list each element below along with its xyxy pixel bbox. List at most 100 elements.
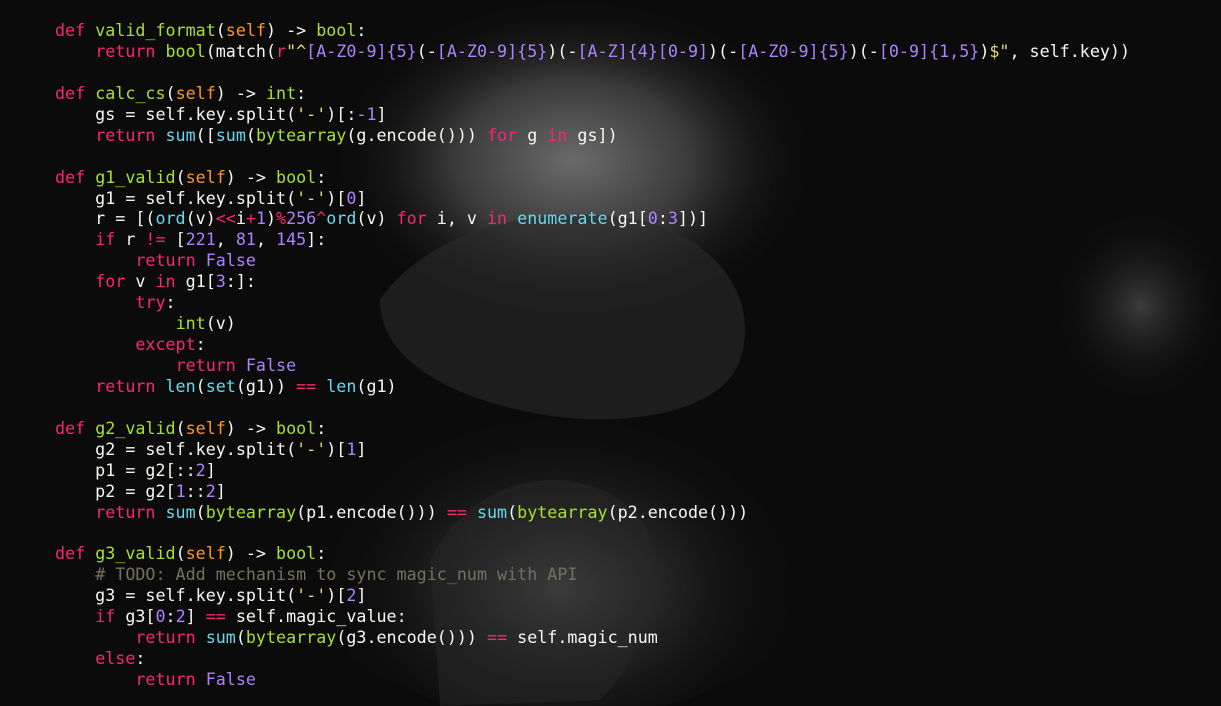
code-token: , — [215, 229, 236, 250]
code-token: in — [155, 271, 176, 292]
code-token: else — [95, 648, 136, 669]
code-token: 2 — [205, 480, 216, 501]
code-token: if — [95, 229, 116, 250]
code-token: bytearray — [255, 124, 347, 145]
code-token: set — [205, 375, 236, 396]
code-token: ] — [356, 187, 367, 208]
code-token: for — [487, 124, 518, 145]
code-token: def — [55, 166, 86, 187]
code-token: (match( — [205, 40, 277, 61]
code-token: (g1) — [356, 375, 397, 396]
code-token: 0 — [647, 208, 658, 229]
code-token: 1 — [346, 438, 357, 459]
code-token: ) -> — [265, 20, 317, 40]
code-token: ([ — [195, 124, 216, 145]
code-line: return sum([sum(bytearray(g.encode())) f… — [55, 125, 1130, 146]
code-token: 145 — [276, 229, 307, 250]
code-token: r = [( — [55, 208, 156, 229]
code-token: if — [95, 606, 116, 627]
code-token: [A-Z0-9] — [306, 40, 387, 61]
code-token: 0 — [346, 187, 357, 208]
code-token: for — [396, 208, 427, 229]
code-token: : — [165, 292, 176, 313]
code-token: bytearray — [205, 501, 297, 522]
code-token: ( — [245, 124, 256, 145]
code-token: ) -> — [225, 166, 277, 187]
code-token: : — [195, 334, 206, 355]
code-line: if g3[0:2] == self.magic_value: — [55, 606, 1130, 627]
code-token: (- — [416, 40, 437, 61]
code-token: g3 = self.key.split( — [55, 585, 297, 606]
code-token: 2 — [346, 585, 357, 606]
code-token: return — [135, 250, 196, 271]
code-token: i — [235, 208, 246, 229]
code-line: g3 = self.key.split('-')[2] — [55, 585, 1130, 606]
code-token: ) -> — [225, 543, 277, 564]
code-token: bytearray — [245, 627, 337, 648]
code-token: self.magic_num — [507, 627, 658, 648]
code-token: '-' — [296, 187, 327, 208]
code-line: def g3_valid(self) -> bool: — [55, 543, 1130, 564]
code-token: def — [55, 82, 86, 103]
code-token: 2 — [195, 459, 206, 480]
code-token: 1 — [255, 208, 266, 229]
code-token: v — [125, 271, 156, 292]
code-token: ^ — [316, 208, 327, 229]
code-token: ( — [195, 501, 206, 522]
code-token: % — [276, 208, 287, 229]
code-token: def — [55, 543, 86, 564]
code-token: << — [215, 208, 236, 229]
code-token: len — [326, 375, 357, 396]
code-token: ] — [185, 606, 206, 627]
code-line: int(v) — [55, 313, 1130, 334]
code-token: len — [165, 375, 196, 396]
code-token: == — [446, 501, 467, 522]
code-token: ] — [205, 459, 216, 480]
code-token: p1 = g2[:: — [55, 459, 196, 480]
code-token: bool — [276, 166, 317, 187]
code-token: (g3.encode())) — [336, 627, 488, 648]
code-token: 1 — [175, 480, 186, 501]
code-token: ] — [215, 480, 226, 501]
code-token: self — [225, 20, 266, 40]
code-token: ])] — [677, 208, 709, 229]
code-token: r — [115, 229, 146, 250]
code-token: calc_cs — [95, 82, 166, 103]
code-token: self — [185, 417, 226, 438]
code-editor[interactable]: def valid_format(self) -> bool: return b… — [55, 20, 1130, 690]
code-token: [0-9] — [878, 40, 930, 61]
code-token: int — [175, 313, 206, 334]
code-token: '-' — [296, 103, 327, 124]
code-line: return len(set(g1)) == len(g1) — [55, 376, 1130, 397]
code-token: except — [135, 334, 196, 355]
code-token: for — [95, 271, 126, 292]
code-token: self — [175, 82, 216, 103]
code-token: [A-Z0-9] — [738, 40, 819, 61]
code-token: ]: — [306, 229, 327, 250]
code-token: [ — [165, 229, 186, 250]
code-token: "^ — [286, 40, 307, 61]
code-token: g1_valid — [95, 166, 176, 187]
code-token: )[ — [326, 438, 347, 459]
code-line: except: — [55, 334, 1130, 355]
code-token: try — [135, 292, 166, 313]
code-token: g2_valid — [95, 417, 176, 438]
code-token: -1 — [356, 103, 377, 124]
code-token: 256 — [286, 208, 317, 229]
code-token: g2 = self.key.split( — [55, 438, 297, 459]
code-token: (p2.encode())) — [607, 501, 749, 522]
